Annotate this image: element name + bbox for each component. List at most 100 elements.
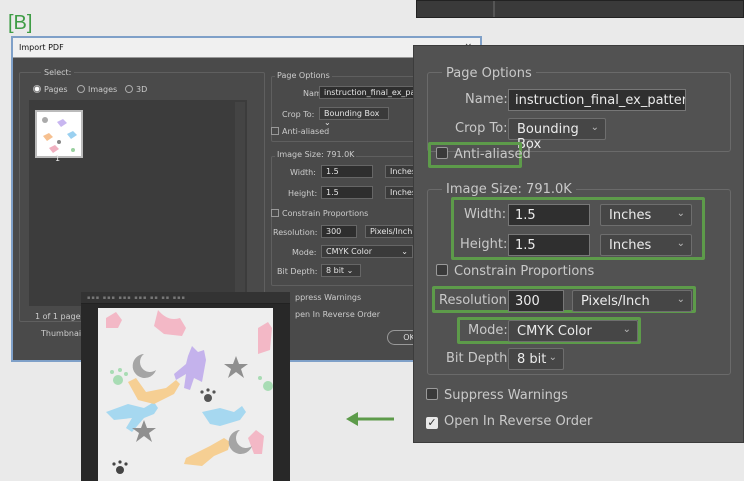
anti-aliased-checkbox[interactable] xyxy=(436,147,448,159)
name-label: Name: xyxy=(465,92,508,107)
page-options-legend: Page Options xyxy=(275,71,332,80)
chevron-down-icon: ⌄ xyxy=(676,238,685,249)
checkmark-icon[interactable]: ✓ xyxy=(426,417,438,429)
resolution-label: Resolution: xyxy=(439,293,512,308)
anti-aliased-label: Anti-aliased xyxy=(282,127,330,136)
height-label: Height: xyxy=(288,189,318,198)
bit-depth-label: Bit Depth: xyxy=(446,351,512,366)
cat-icon xyxy=(106,402,246,432)
image-size-legend: Image Size: 791.0K xyxy=(442,182,576,197)
crop-to-select[interactable]: Bounding Box ⌄ xyxy=(508,118,606,152)
paw-icon xyxy=(110,368,128,385)
bit-depth-select[interactable]: 8 bit ⌄ xyxy=(508,348,564,370)
image-size-legend: Image Size: 791.0K xyxy=(275,150,357,159)
chevron-down-icon: ⌄ xyxy=(548,352,557,363)
mode-label: Mode: xyxy=(468,323,508,338)
chevron-down-icon: ⌄ xyxy=(346,266,354,275)
anti-aliased-option[interactable]: Anti-aliased xyxy=(436,147,531,162)
constrain-label: Constrain Proportions xyxy=(282,209,369,218)
height-unit-value: Inches xyxy=(609,238,652,253)
constrain-option[interactable]: Constrain Proportions xyxy=(271,209,368,218)
width-unit-value: Inches xyxy=(609,208,652,223)
anti-aliased-checkbox[interactable] xyxy=(271,127,279,135)
bit-depth-label: Bit Depth: xyxy=(277,267,318,276)
name-field[interactable]: instruction_final_ex_pattern.ai xyxy=(508,89,686,111)
select-label: Select: xyxy=(41,68,75,77)
suppress-warnings-option[interactable]: Suppress Warnings xyxy=(426,388,568,403)
radio-images-label: Images xyxy=(88,85,118,94)
cat-icon xyxy=(154,310,272,354)
figure-label: [B] xyxy=(8,12,33,34)
thumbnail-scrollbar[interactable] xyxy=(235,102,245,302)
thumbnail-size-label: Thumbnail xyxy=(41,329,84,338)
resolution-field[interactable]: 300 xyxy=(321,225,357,238)
width-label: Width: xyxy=(290,168,316,177)
mode-select[interactable]: CMYK Color ⌄ xyxy=(321,245,413,258)
width-field[interactable]: 1.5 xyxy=(508,204,590,226)
reverse-order-partial: pen In Reverse Order xyxy=(295,310,381,319)
crop-label: Crop To: xyxy=(282,110,315,119)
paw-icon xyxy=(258,376,273,391)
chevron-down-icon: ⌄ xyxy=(676,208,685,219)
constrain-checkbox[interactable] xyxy=(436,264,448,276)
width-field[interactable]: 1.5 xyxy=(321,165,373,178)
height-unit-select[interactable]: Inches ⌄ xyxy=(600,234,692,256)
bit-depth-value: 8 bit xyxy=(517,352,547,367)
anti-aliased-option[interactable]: Anti-aliased xyxy=(271,127,329,136)
resolution-label: Resolution: xyxy=(273,228,318,237)
mode-value: CMYK Color xyxy=(517,324,592,339)
thumbnail-number: 1 xyxy=(55,154,61,163)
name-field[interactable]: instruction_final_ex_patt xyxy=(319,86,419,99)
resolution-unit-value: Pixels/Inch xyxy=(581,294,650,309)
arrow-left-icon xyxy=(346,412,394,426)
radio-3d-indicator[interactable] xyxy=(125,85,133,93)
paw-icon xyxy=(112,460,128,474)
width-unit-select[interactable]: Inches ⌄ xyxy=(600,204,692,226)
document-tabbar: ▪▪▪ ▪▪▪ ▪▪▪ ▪▪▪ ▪▪ ▪▪ ▪▪▪ xyxy=(81,292,290,304)
dialog-titlebar: Import PDF × xyxy=(13,38,480,58)
resolution-field[interactable]: 300 xyxy=(508,290,564,312)
crop-select[interactable]: Bounding Box ⌄ xyxy=(319,107,389,127)
height-label: Height: xyxy=(460,237,508,252)
suppress-warnings-partial: ppress Warnings xyxy=(295,293,362,302)
height-field[interactable]: 1.5 xyxy=(508,234,590,256)
radio-images[interactable]: Images xyxy=(77,85,117,94)
page-thumbnail[interactable] xyxy=(35,110,83,158)
dialog-title: Import PDF xyxy=(19,43,64,52)
constrain-checkbox[interactable] xyxy=(271,209,279,217)
zoomed-options-panel: Page Options Name: instruction_final_ex_… xyxy=(413,45,744,443)
pattern-artwork xyxy=(106,310,273,474)
radio-3d[interactable]: 3D xyxy=(125,85,147,94)
suppress-warnings-label: Suppress Warnings xyxy=(444,388,568,403)
bit-depth-value: 8 bit xyxy=(326,266,345,275)
mode-select[interactable]: CMYK Color ⌄ xyxy=(508,320,638,342)
bit-depth-select[interactable]: 8 bit ⌄ xyxy=(321,264,361,277)
reverse-order-label: Open In Reverse Order xyxy=(444,414,593,429)
crop-value: Bounding Box xyxy=(324,109,380,118)
constrain-label: Constrain Proportions xyxy=(454,264,595,279)
chevron-down-icon: ⌄ xyxy=(622,324,631,335)
radio-pages-label: Pages xyxy=(44,85,68,94)
page-options-legend: Page Options xyxy=(442,66,536,81)
constrain-option[interactable]: Constrain Proportions xyxy=(436,264,594,279)
thumbnail-pattern xyxy=(42,117,77,153)
radio-images-indicator[interactable] xyxy=(77,85,85,93)
pattern-canvas xyxy=(98,308,273,481)
crop-to-label: Crop To: xyxy=(455,121,508,136)
anti-aliased-label: Anti-aliased xyxy=(454,147,531,162)
suppress-warnings-checkbox[interactable] xyxy=(426,388,438,400)
width-label: Width: xyxy=(464,207,507,222)
chevron-down-icon: ⌄ xyxy=(676,294,685,305)
height-field[interactable]: 1.5 xyxy=(321,186,373,199)
resolution-unit-select[interactable]: Pixels/Inch ⌄ xyxy=(572,290,692,312)
radio-3d-label: 3D xyxy=(136,85,148,94)
paw-icon xyxy=(200,388,216,402)
radio-pages-indicator[interactable] xyxy=(33,85,41,93)
page-options-group xyxy=(427,72,731,152)
reverse-order-option[interactable]: ✓ Open In Reverse Order xyxy=(426,414,592,429)
chevron-down-icon: ⌄ xyxy=(590,122,599,133)
radio-pages[interactable]: Pages xyxy=(33,85,68,94)
mode-label: Mode: xyxy=(292,248,317,257)
chevron-down-icon: ⌄ xyxy=(401,247,408,256)
document-preview: ▪▪▪ ▪▪▪ ▪▪▪ ▪▪▪ ▪▪ ▪▪ ▪▪▪ xyxy=(81,292,290,481)
